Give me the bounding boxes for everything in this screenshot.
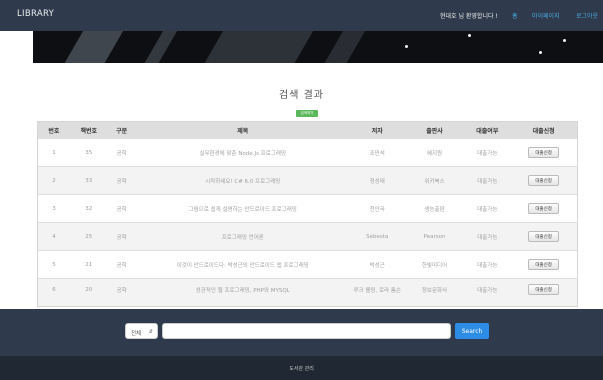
cell-title: 프로그래밍 언어론 xyxy=(221,234,264,241)
cell-status: 대출가능 xyxy=(477,150,498,157)
cell-title: 이것이 안드로이드다: 박성근의 안드로이드 앱 프로그래밍 xyxy=(176,262,309,269)
cell-author: Sebesta xyxy=(366,233,389,240)
cell-status: 대출가능 xyxy=(477,287,498,294)
cell-request: 대출신청 xyxy=(510,223,577,250)
header-category: 구분 xyxy=(116,127,128,135)
table-row: 3 32 공학 그림으로 쉽게 설명하는 안드로이드 프로그래밍 천인국 생능출… xyxy=(38,194,577,222)
hero-banner-image xyxy=(33,31,603,63)
cell-book-id: 21 xyxy=(85,261,93,268)
cell-request: 대출신청 xyxy=(510,139,577,166)
cell-number: 5 xyxy=(52,261,56,268)
header-request: 대출신청 xyxy=(532,127,555,135)
cell-author: 루크 웰링, 로라 톰슨 xyxy=(353,287,401,294)
table-row: 6 20 공학 성공적인 웹 프로그래밍, PHP와 MYSQL 루크 웰링, … xyxy=(38,278,577,306)
cell-publisher: 한빛미디어 xyxy=(421,262,448,269)
cell-status: 대출가능 xyxy=(477,178,498,185)
cell-category: 공학 xyxy=(116,262,127,269)
cell-category: 공학 xyxy=(116,150,127,157)
footer: 도서관 관리 xyxy=(0,356,603,380)
search-category-select[interactable]: 전체 ⇵ xyxy=(125,323,158,339)
cell-publisher: Pearson xyxy=(423,233,446,240)
loan-request-button[interactable]: 대출신청 xyxy=(528,147,560,158)
footer-text: 도서관 관리 xyxy=(289,366,314,372)
loan-request-button[interactable]: 대출신청 xyxy=(528,284,560,295)
header-author: 저자 xyxy=(371,127,383,135)
cell-number: 3 xyxy=(52,205,56,212)
cell-book-id: 32 xyxy=(85,205,93,212)
cell-request: 대출신청 xyxy=(510,195,577,222)
search-button[interactable]: Search xyxy=(455,323,489,339)
results-table: 번호 책번호 구분 제목 저자 출판사 대출여부 대출신청 1 35 공학 실무… xyxy=(37,121,578,307)
cell-status: 대출가능 xyxy=(477,206,498,213)
cell-author: 천인국 xyxy=(369,206,385,213)
cell-category: 공학 xyxy=(116,206,127,213)
search-badge: 검색하기 xyxy=(296,110,318,117)
cell-title: 시작하세요! C# 6.0 프로그래밍 xyxy=(205,178,281,185)
loan-request-button[interactable]: 대출신청 xyxy=(528,231,560,242)
cell-title: 성공적인 웹 프로그래밍, PHP와 MYSQL xyxy=(195,287,290,294)
cell-status: 대출가능 xyxy=(477,262,498,269)
table-row: 4 25 공학 프로그래밍 언어론 Sebesta Pearson 대출가능 대… xyxy=(38,222,577,250)
cell-author: 조민석 xyxy=(369,150,385,157)
select-value: 전체 xyxy=(131,331,142,337)
cell-request: 대출신청 xyxy=(510,279,577,300)
table-row: 5 21 공학 이것이 안드로이드다: 박성근의 안드로이드 앱 프로그래밍 박… xyxy=(38,250,577,278)
cell-category: 공학 xyxy=(116,287,127,294)
cell-request: 대출신청 xyxy=(510,251,577,278)
welcome-message: 현대호 님 환영합니다 ! xyxy=(440,13,498,20)
nav-link-home[interactable]: 홈 xyxy=(512,11,518,20)
loan-request-button[interactable]: 대출신청 xyxy=(528,175,560,186)
cell-book-id: 20 xyxy=(85,286,93,293)
cell-publisher: 혜지원 xyxy=(426,150,443,157)
cell-book-id: 33 xyxy=(85,177,93,184)
search-bar-section: 전체 ⇵ Search xyxy=(0,309,603,356)
page-title: 검색 결과 xyxy=(279,90,324,101)
cell-book-id: 35 xyxy=(85,149,93,156)
loan-request-button[interactable]: 대출신청 xyxy=(528,259,560,270)
search-input[interactable] xyxy=(162,323,451,339)
cell-title: 그림으로 쉽게 설명하는 안드로이드 프로그래밍 xyxy=(188,206,297,213)
cell-number: 1 xyxy=(52,149,56,156)
chevron-updown-icon: ⇵ xyxy=(148,329,153,335)
loan-request-button[interactable]: 대출신청 xyxy=(528,203,560,214)
cell-category: 공학 xyxy=(116,234,127,241)
cell-number: 4 xyxy=(52,233,56,240)
cell-publisher: 생능출판 xyxy=(424,206,445,213)
cell-book-id: 25 xyxy=(85,233,93,240)
cell-publisher: 정보문화사 xyxy=(421,287,448,294)
header-publisher: 출판사 xyxy=(426,127,443,135)
nav-link-logout[interactable]: 로그아웃 xyxy=(576,11,598,20)
nav-link-mypage[interactable]: 마이페이지 xyxy=(532,11,560,20)
cell-number: 6 xyxy=(52,286,56,293)
cell-publisher: 위키북스 xyxy=(424,178,445,185)
brand-logo[interactable]: LIBRARY xyxy=(17,9,54,19)
cell-request: 대출신청 xyxy=(510,167,577,194)
header-title: 제목 xyxy=(237,127,249,135)
cell-author: 박성근 xyxy=(369,262,385,269)
cell-status: 대출가능 xyxy=(477,234,498,241)
header-number: 번호 xyxy=(48,127,60,135)
table-row: 1 35 공학 실무환경에 맞춘 Node.Js 프로그래밍 조민석 혜지원 대… xyxy=(38,138,577,166)
table-header: 번호 책번호 구분 제목 저자 출판사 대출여부 대출신청 xyxy=(38,122,577,138)
top-navbar: LIBRARY 현대호 님 환영합니다 ! 홈 마이페이지 로그아웃 xyxy=(0,0,603,31)
cell-number: 2 xyxy=(52,177,56,184)
header-book-id: 책번호 xyxy=(80,127,98,135)
table-row: 2 33 공학 시작하세요! C# 6.0 프로그래밍 정성태 위키북스 대출가… xyxy=(38,166,577,194)
cell-category: 공학 xyxy=(116,178,127,185)
cell-author: 정성태 xyxy=(369,178,385,185)
cell-title: 실무환경에 맞춘 Node.Js 프로그래밍 xyxy=(199,150,286,157)
header-status: 대출여부 xyxy=(476,127,499,135)
